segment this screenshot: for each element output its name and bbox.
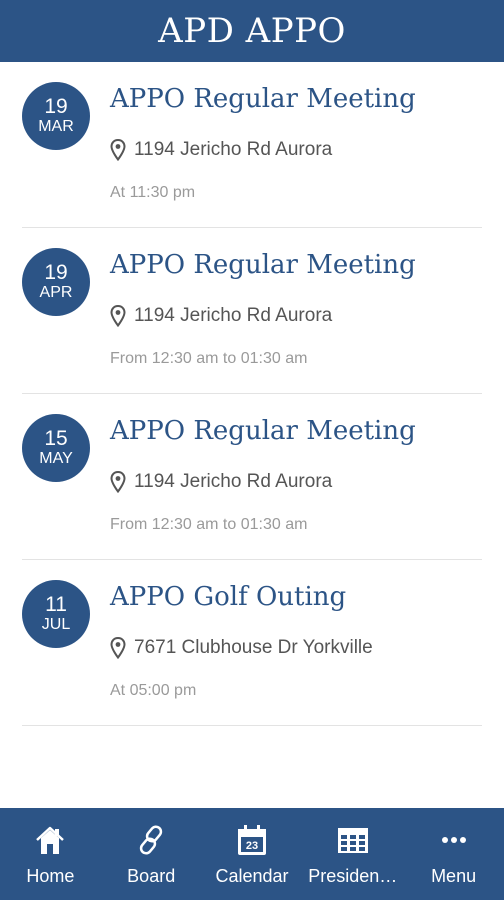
app-title: APD APPO	[158, 11, 346, 51]
event-location-text: 1194 Jericho Rd Aurora	[134, 305, 333, 326]
home-icon	[32, 822, 68, 858]
date-day: 11	[45, 593, 67, 616]
more-icon	[436, 822, 472, 858]
tab-label: Menu	[431, 866, 477, 886]
event-title[interactable]: APPO Regular Meeting	[110, 84, 416, 114]
calendar-day-number: 23	[246, 840, 258, 852]
event-item[interactable]: 19 APR APPO Regular Meeting 1194 Jericho…	[22, 228, 482, 394]
event-location-text: 1194 Jericho Rd Aurora	[134, 139, 333, 160]
event-item[interactable]: 19 MAR APPO Regular Meeting 1194 Jericho…	[22, 62, 482, 228]
bottom-tab-bar: Home Board 23 Calendar Presiden… Menu	[0, 808, 504, 900]
event-time: From 12:30 am to 01:30 am	[110, 516, 308, 533]
tab-label: Calendar	[215, 866, 289, 886]
event-title[interactable]: APPO Regular Meeting	[110, 416, 416, 446]
app-header: APD APPO	[0, 0, 504, 62]
tab-board[interactable]: Board	[101, 808, 202, 900]
map-pin-icon	[110, 139, 126, 161]
date-month: MAR	[38, 118, 74, 135]
calendar-icon: 23	[234, 822, 270, 858]
event-location: 1194 Jericho Rd Aurora	[110, 304, 332, 328]
event-location: 1194 Jericho Rd Aurora	[110, 138, 332, 162]
event-location-text: 1194 Jericho Rd Aurora	[134, 471, 333, 492]
map-pin-icon	[110, 471, 126, 493]
date-day: 15	[44, 427, 68, 450]
event-location: 1194 Jericho Rd Aurora	[110, 470, 332, 494]
tab-label: Presiden…	[308, 866, 398, 886]
event-time: At 11:30 pm	[110, 184, 196, 201]
tab-menu[interactable]: Menu	[403, 808, 504, 900]
map-pin-icon	[110, 637, 126, 659]
tab-home[interactable]: Home	[0, 808, 101, 900]
date-badge: 11 JUL	[22, 580, 90, 648]
date-badge: 19 APR	[22, 248, 90, 316]
map-pin-icon	[110, 305, 126, 327]
event-title[interactable]: APPO Regular Meeting	[110, 250, 416, 280]
event-item[interactable]: 15 MAY APPO Regular Meeting 1194 Jericho…	[22, 394, 482, 560]
event-item[interactable]: 11 JUL APPO Golf Outing 7671 Clubhouse D…	[22, 560, 482, 726]
date-badge: 15 MAY	[22, 414, 90, 482]
date-month: JUL	[41, 616, 71, 633]
table-icon	[335, 822, 371, 858]
date-month: MAY	[39, 450, 73, 467]
event-title[interactable]: APPO Golf Outing	[110, 582, 346, 612]
tab-president[interactable]: Presiden…	[302, 808, 403, 900]
event-list: 19 MAR APPO Regular Meeting 1194 Jericho…	[0, 62, 504, 726]
date-badge: 19 MAR	[22, 82, 90, 150]
date-month: APR	[39, 284, 73, 301]
event-location-text: 7671 Clubhouse Dr Yorkville	[134, 637, 373, 658]
event-time: From 12:30 am to 01:30 am	[110, 350, 308, 367]
tab-label: Board	[127, 866, 176, 886]
tab-calendar[interactable]: 23 Calendar	[202, 808, 303, 900]
event-time: At 05:00 pm	[110, 682, 197, 699]
event-location: 7671 Clubhouse Dr Yorkville	[110, 636, 373, 660]
link-icon	[133, 822, 169, 858]
date-day: 19	[44, 95, 68, 118]
date-day: 19	[44, 261, 68, 284]
tab-label: Home	[26, 866, 75, 886]
